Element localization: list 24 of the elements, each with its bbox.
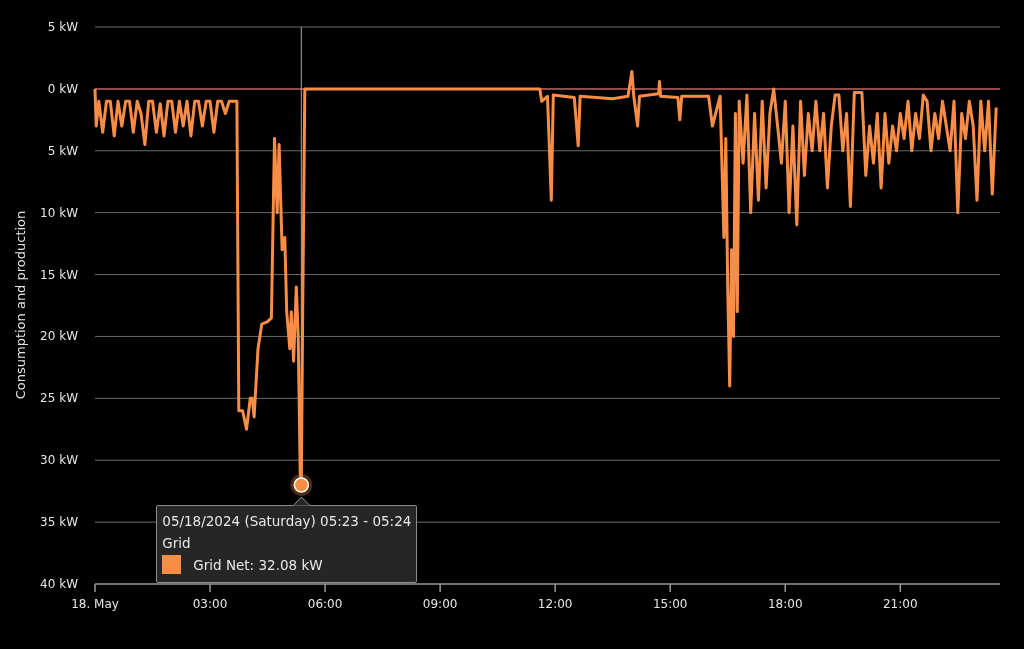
x-axis-label: 06:00	[307, 597, 343, 611]
x-axis-label: 18:00	[767, 597, 803, 611]
y-axis-title: Consumption and production	[13, 210, 28, 400]
x-axis-label: 21:00	[883, 597, 918, 611]
y-axis-label: 20 kW	[40, 329, 78, 344]
y-axis-label: 5 kW	[47, 20, 78, 34]
x-axis-label: 03:00	[192, 597, 228, 611]
y-axis-label: 35 kW	[40, 515, 78, 530]
y-axis-label: 25 kW	[40, 391, 78, 406]
y-axis-label: 10 kW	[40, 205, 78, 220]
tooltip-group: Grid	[162, 531, 412, 554]
hover-marker	[290, 474, 313, 496]
legend-swatch	[162, 555, 182, 575]
y-axis-label: 40 kW	[40, 577, 78, 591]
y-axis-label: 15 kW	[40, 267, 78, 282]
x-axis-label: 18. May	[71, 597, 119, 611]
x-axis-label: 15:00	[652, 597, 688, 611]
y-axis-label: 5 kW	[47, 143, 78, 158]
tooltip-value: Grid Net: 32.08 kW	[193, 555, 323, 575]
x-axis-label: 12:00	[537, 597, 573, 611]
y-axis-label: 0 kW	[47, 81, 78, 96]
tooltip-title: 05/18/2024 (Saturday) 05:23 - 05:24	[162, 511, 412, 531]
y-axis-label: 30 kW	[40, 453, 78, 468]
x-axis-label: 09:00	[422, 597, 458, 611]
